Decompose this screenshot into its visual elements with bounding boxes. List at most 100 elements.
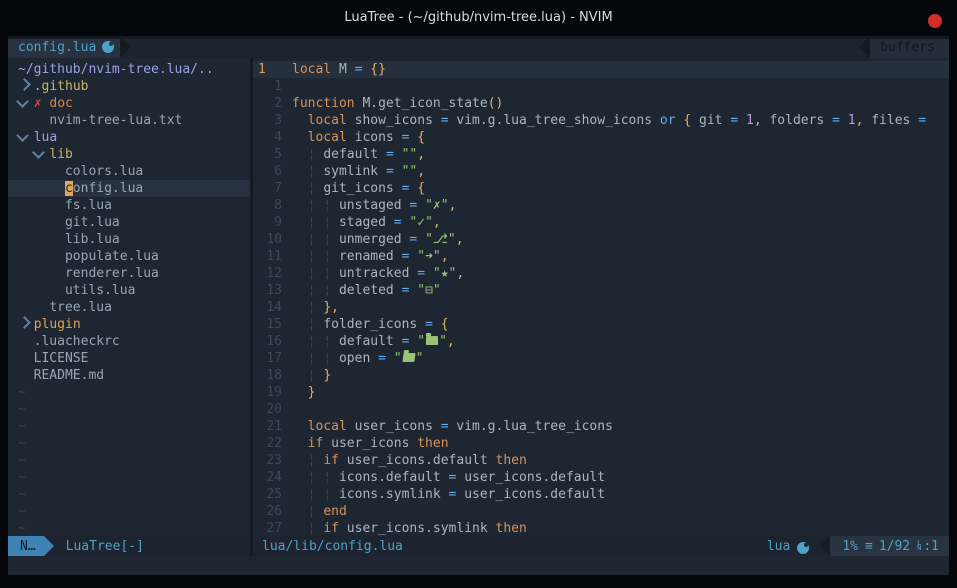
command-line[interactable] bbox=[8, 556, 949, 575]
line-number: 1 bbox=[253, 61, 282, 78]
tree-item[interactable]: utils.lua bbox=[8, 282, 250, 299]
chevron-down-icon[interactable] bbox=[18, 129, 34, 146]
line-number: 3 bbox=[253, 112, 282, 129]
tree-item[interactable]: tree.lua bbox=[8, 299, 250, 316]
window-title: LuaTree - (~/github/nvim-tree.lua) - NVI… bbox=[0, 0, 957, 36]
content-area: ~/github/nvim-tree.lua/.. .github✗doc nvi… bbox=[8, 58, 949, 536]
code-line[interactable]: 10 ¦ ¦ unmerged = "⎇", bbox=[253, 231, 949, 248]
close-button[interactable] bbox=[928, 14, 942, 28]
chevron-right-icon[interactable] bbox=[18, 316, 34, 333]
code-line[interactable]: 1 bbox=[253, 78, 949, 95]
code-line[interactable]: 15 ¦ folder_icons = { bbox=[253, 316, 949, 333]
token bbox=[331, 198, 339, 213]
tree-item-label: ~/github/nvim-tree.lua/.. bbox=[18, 62, 214, 77]
tree-item[interactable]: plugin bbox=[8, 316, 250, 333]
code-line[interactable]: 8 ¦ ¦ unstaged = "✗", bbox=[253, 197, 949, 214]
token bbox=[331, 470, 339, 485]
code-line[interactable]: 12 ¦ ¦ untracked = "★", bbox=[253, 265, 949, 282]
tree-item[interactable]: .luacheckrc bbox=[8, 333, 250, 350]
tree-item[interactable]: nvim-tree-lua.txt bbox=[8, 112, 250, 129]
code-line[interactable]: 24 ¦ ¦ icons.default = user_icons.defaul… bbox=[253, 469, 949, 486]
line-number: 9 bbox=[253, 214, 282, 231]
token: , bbox=[447, 334, 455, 349]
buffers-label[interactable]: buffers bbox=[870, 36, 949, 58]
code-line[interactable]: 3 local show_icons = vim.g.lua_tree_show… bbox=[253, 112, 949, 129]
code-line[interactable]: 4 local icons = { bbox=[253, 129, 949, 146]
code-line[interactable]: 5 ¦ default = "", bbox=[253, 146, 949, 163]
line-number: 4 bbox=[253, 129, 282, 146]
code-line[interactable]: 26 ¦ end bbox=[253, 503, 949, 520]
token: renamed bbox=[339, 249, 402, 264]
token: symlink bbox=[323, 164, 386, 179]
tree-item[interactable]: lib bbox=[8, 146, 250, 163]
code-line[interactable]: 1local M = {} bbox=[253, 61, 949, 78]
code-line[interactable]: 23 ¦ if user_icons.default then bbox=[253, 452, 949, 469]
token: "✓" bbox=[409, 215, 432, 230]
code-line[interactable]: 9 ¦ ¦ staged = "✓", bbox=[253, 214, 949, 231]
code-line[interactable]: 20 bbox=[253, 401, 949, 418]
tree-item[interactable]: .github bbox=[8, 78, 250, 95]
token: git_icons bbox=[323, 181, 401, 196]
tree-item[interactable]: LICENSE bbox=[8, 350, 250, 367]
tree-item[interactable]: populate.lua bbox=[8, 248, 250, 265]
token bbox=[331, 215, 339, 230]
tree-item-label: .github bbox=[34, 79, 89, 94]
token: ¦ bbox=[323, 487, 331, 502]
code-line[interactable]: 27 ¦ if user_icons.symlink then bbox=[253, 520, 949, 536]
code-line[interactable]: 25 ¦ ¦ icons.symlink = user_icons.defaul… bbox=[253, 486, 949, 503]
code-line[interactable]: 2function M.get_icon_state() bbox=[253, 95, 949, 112]
token: unstaged bbox=[339, 198, 409, 213]
code-line[interactable]: 18 ¦ } bbox=[253, 367, 949, 384]
tree-item-label: utils.lua bbox=[65, 283, 135, 298]
tree-item-label: git.lua bbox=[65, 215, 120, 230]
tree-item[interactable]: README.md bbox=[8, 367, 250, 384]
token: , bbox=[417, 164, 425, 179]
tree-item[interactable]: git.lua bbox=[8, 214, 250, 231]
token: default bbox=[323, 147, 386, 162]
file-tree: ~/github/nvim-tree.lua/.. .github✗doc nvi… bbox=[8, 58, 250, 536]
code-line[interactable]: 19 } bbox=[253, 384, 949, 401]
token bbox=[331, 232, 339, 247]
token: "➜" bbox=[417, 249, 440, 264]
tree-item[interactable]: renderer.lua bbox=[8, 265, 250, 282]
tree-item[interactable]: colors.lua bbox=[8, 163, 250, 180]
empty-line-tilde: ~ bbox=[8, 435, 250, 452]
chevron-right-icon[interactable] bbox=[18, 78, 34, 95]
code-line[interactable]: 16 ¦ ¦ default = "", bbox=[253, 333, 949, 350]
chevron-down-icon[interactable] bbox=[34, 146, 50, 163]
tree-item-label: config.lua bbox=[65, 181, 143, 196]
tree-item[interactable]: ✗doc bbox=[8, 95, 250, 112]
code-line-text: ¦ ¦ untracked = "★", bbox=[292, 265, 464, 282]
token bbox=[292, 164, 308, 179]
tree-item-label: doc bbox=[49, 96, 72, 111]
code-line[interactable]: 22 if user_icons then bbox=[253, 435, 949, 452]
token: = bbox=[378, 351, 386, 366]
tab-config-lua[interactable]: config.lua bbox=[8, 36, 120, 58]
line-number: 7 bbox=[253, 180, 282, 197]
empty-line-tilde: ~ bbox=[8, 452, 250, 469]
titlebar: LuaTree - (~/github/nvim-tree.lua) - NVI… bbox=[0, 0, 957, 36]
tree-item[interactable]: lib.lua bbox=[8, 231, 250, 248]
tree-item[interactable]: ~/github/nvim-tree.lua/.. bbox=[8, 61, 250, 78]
code-line-text: } bbox=[292, 384, 315, 401]
tree-item[interactable]: fs.lua bbox=[8, 197, 250, 214]
mode-indicator: N… bbox=[8, 536, 44, 556]
code-line-text: ¦ ¦ icons.default = user_icons.default bbox=[292, 469, 605, 486]
line-number: 17 bbox=[253, 350, 282, 367]
chevron-down-icon[interactable] bbox=[18, 95, 34, 112]
code-line[interactable]: 7 ¦ git_icons = { bbox=[253, 180, 949, 197]
tree-item[interactable]: lua bbox=[8, 129, 250, 146]
code-editor[interactable]: 1local M = {}12function M.get_icon_state… bbox=[253, 58, 949, 536]
code-line[interactable]: 13 ¦ ¦ deleted = "⊟" bbox=[253, 282, 949, 299]
statusline-tree-section: N… LuaTree[-] bbox=[8, 536, 250, 556]
editor-frame: config.lua buffers ~/github/nvim-tree.lu… bbox=[8, 36, 949, 575]
code-line[interactable]: 21 local user_icons = vim.g.lua_tree_ico… bbox=[253, 418, 949, 435]
code-line[interactable]: 17 ¦ ¦ open = "" bbox=[253, 350, 949, 367]
token: " bbox=[417, 334, 425, 349]
tree-item[interactable]: config.lua bbox=[8, 180, 250, 197]
code-line[interactable]: 6 ¦ symlink = "", bbox=[253, 163, 949, 180]
powerline-arrow-icon bbox=[120, 36, 131, 58]
tree-item-label: renderer.lua bbox=[65, 266, 159, 281]
code-line[interactable]: 11 ¦ ¦ renamed = "➜", bbox=[253, 248, 949, 265]
code-line[interactable]: 14 ¦ }, bbox=[253, 299, 949, 316]
